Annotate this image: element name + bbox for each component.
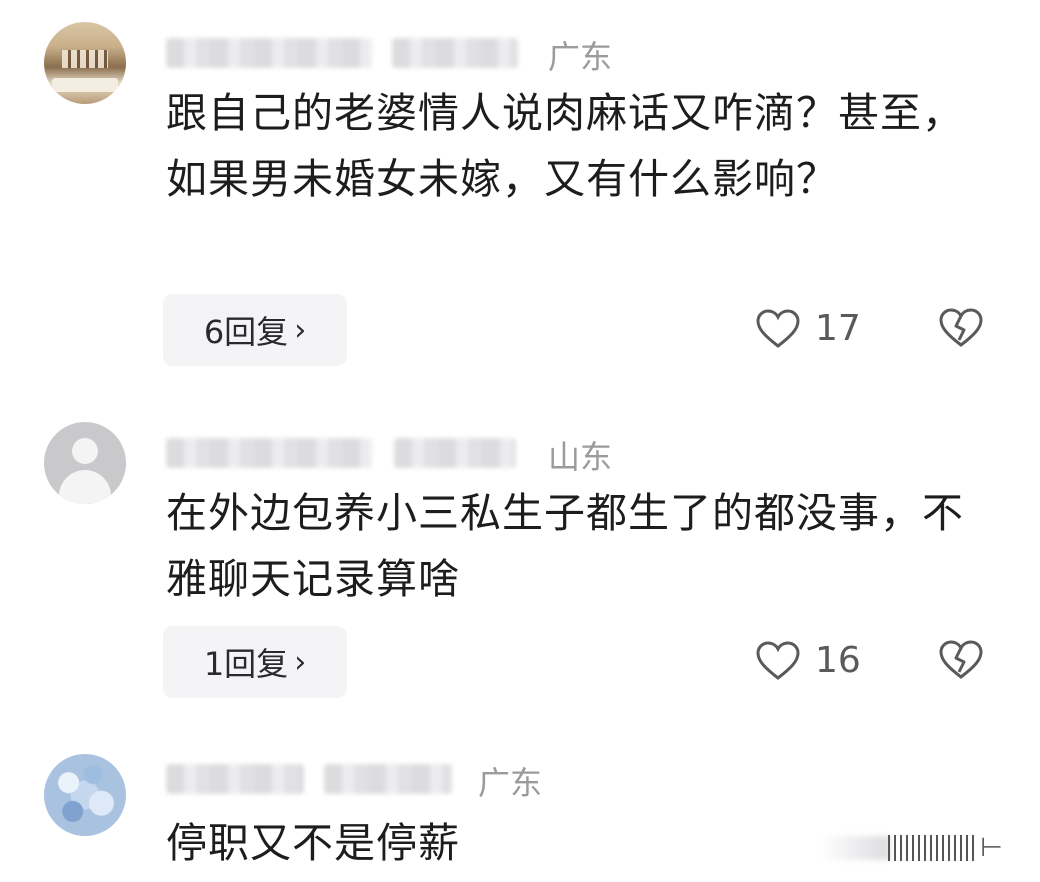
heart-outline-icon: [756, 640, 800, 680]
watermark: ⊢: [888, 833, 1018, 863]
chevron-right-icon: ›: [294, 644, 307, 680]
dislike-button[interactable]: [938, 308, 984, 352]
blurred-username: [166, 438, 372, 468]
view-replies-button[interactable]: 6回复 ›: [163, 294, 347, 366]
avatar[interactable]: [44, 22, 126, 104]
like-count: 16: [815, 640, 861, 681]
avatar[interactable]: [44, 422, 126, 504]
like-count: 17: [815, 308, 861, 349]
view-replies-button[interactable]: 1回复 ›: [163, 626, 347, 698]
broken-heart-icon: [939, 640, 983, 679]
blurred-username: [166, 38, 372, 68]
blurred-username: [394, 438, 516, 468]
replies-count-label: 1回复: [203, 645, 289, 683]
region-label: 广东: [478, 764, 543, 802]
avatar[interactable]: [44, 754, 126, 836]
watermark-fade: [820, 836, 890, 860]
blurred-username: [392, 38, 518, 68]
like-button[interactable]: 17: [755, 308, 861, 349]
like-button[interactable]: 16: [755, 640, 861, 681]
broken-heart-icon: [939, 308, 983, 347]
region-label: 山东: [548, 438, 613, 476]
replies-count-label: 6回复: [203, 313, 289, 351]
region-label: 广东: [548, 38, 613, 76]
dislike-button[interactable]: [938, 640, 984, 684]
comment-text: 在外边包养小三私生子都生了的都没事，不雅聊天记录算啥: [166, 489, 964, 603]
heart-outline-icon: [756, 308, 800, 348]
comment-text: 跟自己的老婆情人说肉麻话又咋滴？甚至，如果男未婚女未嫁，又有什么影响？: [166, 89, 964, 203]
chevron-right-icon: ›: [294, 312, 307, 348]
blurred-username: [166, 764, 304, 794]
blurred-username: [324, 764, 452, 794]
